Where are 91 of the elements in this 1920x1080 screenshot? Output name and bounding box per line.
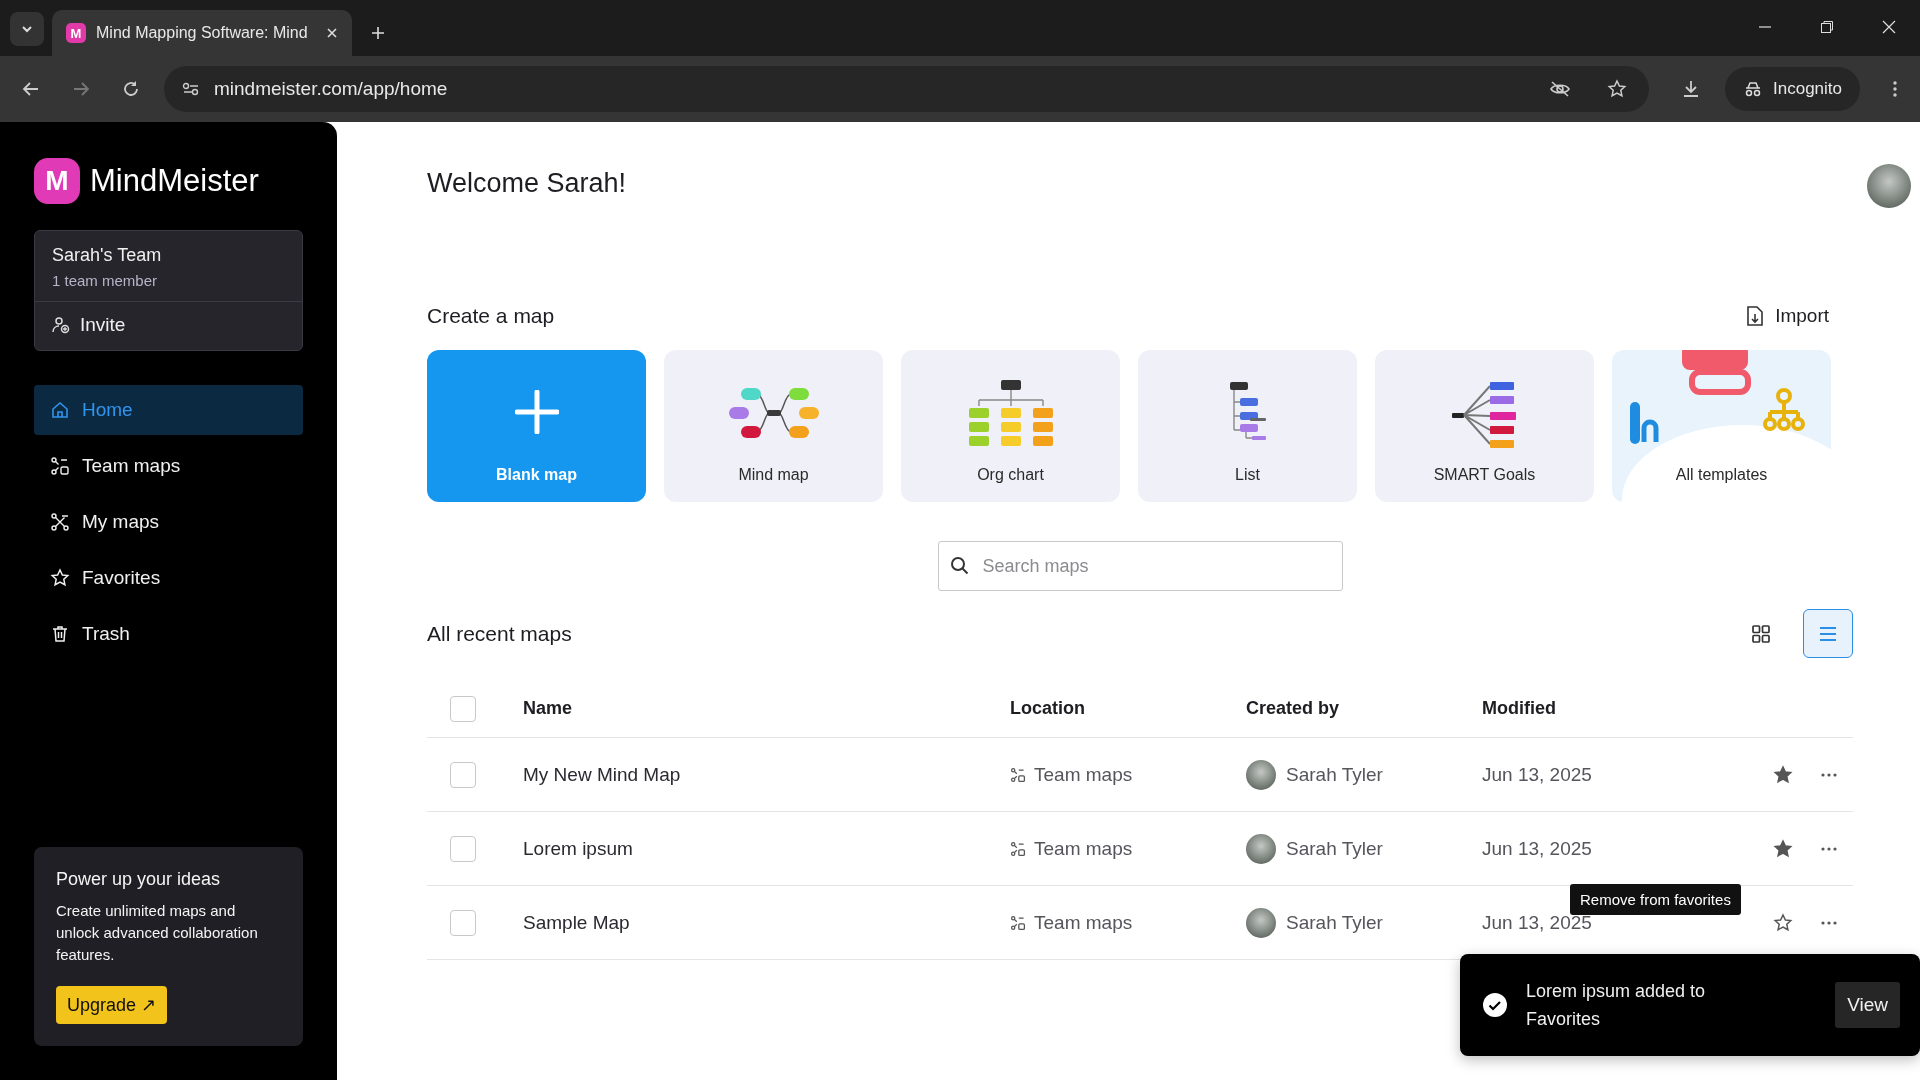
row-checkbox[interactable] (450, 761, 476, 788)
incognito-icon (1743, 81, 1763, 97)
list-view-button[interactable] (1803, 609, 1853, 658)
creator-name: Sarah Tyler (1286, 837, 1383, 860)
more-options-icon[interactable] (1821, 772, 1837, 777)
tooltip: Remove from favorites (1570, 884, 1741, 915)
user-avatar (1246, 759, 1276, 790)
map-icon (1010, 914, 1026, 931)
user-avatar[interactable] (1867, 164, 1911, 208)
incognito-badge[interactable]: Incognito (1725, 67, 1860, 111)
plus-icon (514, 390, 559, 434)
address-bar[interactable]: mindmeister.com/app/home (164, 66, 1649, 112)
bookmark-star-icon[interactable] (1607, 79, 1627, 99)
star-icon (1773, 764, 1793, 785)
promo-text: Create unlimited maps and unlock advanced collaboration features. (56, 901, 259, 965)
row-checkbox[interactable] (450, 835, 476, 862)
map-icon (1010, 840, 1026, 857)
template-card[interactable]: All templates (1612, 350, 1831, 502)
welcome-heading: Welcome Sarah! (427, 168, 627, 199)
creator-name: Sarah Tyler (1286, 911, 1383, 934)
view-button[interactable]: View (1835, 982, 1900, 1028)
search-field[interactable]: Search maps (937, 541, 1343, 591)
home-icon (50, 400, 70, 420)
column-header[interactable]: Created by (1246, 698, 1482, 719)
import-button[interactable]: Import (1739, 304, 1835, 328)
section-title: All recent maps (427, 621, 572, 646)
user-avatar (1246, 833, 1276, 864)
browser-tab[interactable]: M Mind Mapping Software: Mind (52, 10, 352, 56)
section-title: Create a map (427, 304, 555, 328)
site-settings-icon[interactable] (182, 82, 200, 96)
team-name[interactable]: Sarah's Team (52, 245, 285, 266)
user-avatar (1246, 907, 1276, 938)
close-icon[interactable] (1882, 20, 1896, 34)
modified-date: Jun 13, 2025 (1482, 837, 1593, 860)
invite-button[interactable]: Invite (35, 302, 302, 350)
map-name[interactable]: My New Mind Map (523, 763, 1010, 786)
upgrade-button[interactable]: Upgrade ↗ (56, 986, 168, 1024)
select-all-checkbox[interactable] (450, 695, 476, 722)
star-icon (50, 568, 70, 588)
star-icon (1773, 838, 1793, 859)
eye-off-icon[interactable] (1549, 80, 1571, 98)
location-text: Team maps (1034, 837, 1133, 860)
toast-message: Lorem ipsum added to Favorites (1526, 980, 1707, 1031)
map-name[interactable]: Lorem ipsum (523, 837, 1010, 860)
back-icon[interactable] (22, 80, 40, 98)
template-card[interactable]: Org chart (901, 350, 1120, 502)
new-tab-icon[interactable] (370, 25, 386, 41)
nav-item[interactable]: Favorites (34, 553, 303, 603)
modified-date: Jun 13, 2025 (1482, 763, 1593, 786)
map-icon (50, 512, 70, 532)
template-card[interactable]: List (1138, 350, 1357, 502)
restore-icon[interactable] (1820, 20, 1834, 34)
more-options-icon[interactable] (1821, 920, 1837, 925)
forward-icon[interactable] (72, 80, 90, 98)
logo-icon: M (34, 158, 80, 204)
download-icon[interactable] (1681, 79, 1701, 99)
column-header[interactable]: Modified (1482, 698, 1765, 719)
row-checkbox[interactable] (450, 909, 476, 936)
reload-icon[interactable] (122, 80, 140, 98)
template-card[interactable]: Mind map (664, 350, 883, 502)
nav-item[interactable]: Home (34, 385, 303, 435)
trash-icon (50, 624, 70, 644)
invite-user-icon (52, 316, 70, 334)
favicon: M (66, 23, 86, 43)
location-text: Team maps (1034, 763, 1133, 786)
map-name[interactable]: Sample Map (523, 911, 1010, 934)
star-icon (1773, 912, 1793, 933)
nav-item[interactable]: My maps (34, 497, 303, 547)
url-text: mindmeister.com/app/home (214, 78, 448, 100)
logo-text: MindMeister (90, 163, 259, 199)
creator-name: Sarah Tyler (1286, 763, 1383, 786)
promo-title: Power up your ideas (56, 869, 221, 890)
grid-icon (1751, 623, 1771, 644)
nav-item[interactable]: Trash (34, 609, 303, 659)
column-header[interactable]: Location (1010, 698, 1246, 719)
column-header[interactable]: Name (523, 698, 1010, 719)
caret-icon (21, 23, 33, 35)
template-card[interactable]: SMART Goals (1375, 350, 1594, 502)
search-icon (949, 556, 970, 576)
close-icon[interactable] (326, 27, 338, 39)
location-text: Team maps (1034, 911, 1133, 934)
map-icon (50, 456, 70, 476)
map-icon (1010, 766, 1026, 783)
tab-list-button[interactable] (10, 12, 44, 46)
check-circle-icon (1482, 992, 1508, 1018)
more-menu-icon[interactable] (1892, 80, 1898, 98)
tab-title: Mind Mapping Software: Mind (96, 24, 309, 42)
more-options-icon[interactable] (1821, 846, 1837, 851)
nav-item[interactable]: Team maps (34, 441, 303, 491)
import-icon (1745, 305, 1766, 327)
team-members: 1 team member (52, 272, 159, 289)
